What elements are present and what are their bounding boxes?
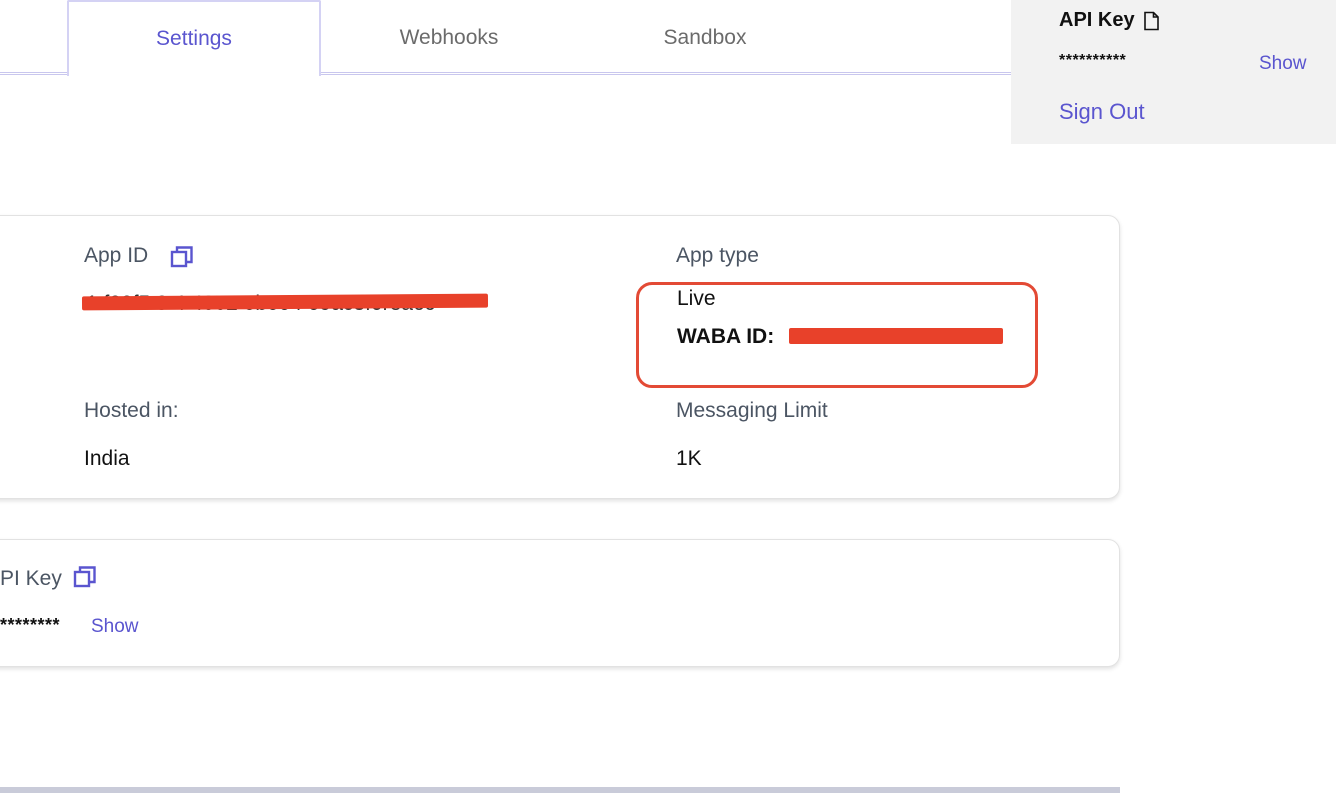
sign-out-link[interactable]: Sign Out [1059, 99, 1145, 125]
app-type-label: App type [676, 244, 759, 267]
dropdown-show-key-link[interactable]: Show [1259, 53, 1307, 75]
tab-bar: Settings Webhooks Sandbox [0, 0, 1012, 76]
waba-id-redaction [789, 328, 1003, 344]
dropdown-api-key-title: API Key [1059, 9, 1135, 31]
tab-sandbox[interactable]: Sandbox [578, 0, 832, 76]
waba-id-label: WABA ID: [677, 325, 775, 348]
app-id-label: App ID [84, 244, 149, 267]
tab-settings[interactable]: Settings [67, 0, 321, 76]
hosted-in-value: India [84, 447, 130, 470]
masked-api-key: ******** [0, 615, 61, 635]
dropdown-api-key-heading: API Key [1059, 9, 1160, 32]
account-dropdown: API Key ********** Show Sign Out [1011, 0, 1336, 144]
hosted-in-label: Hosted in: [84, 399, 179, 422]
app-id-redaction [81, 293, 489, 311]
api-key-card [0, 539, 1120, 667]
messaging-limit-value: 1K [676, 447, 702, 470]
show-api-key-link[interactable]: Show [91, 616, 139, 638]
horizontal-scrollbar[interactable] [0, 787, 1120, 793]
document-copy-icon[interactable] [1143, 11, 1160, 31]
copy-app-id-icon[interactable] [170, 245, 193, 268]
api-key-label: PI Key [0, 567, 62, 590]
tab-webhooks[interactable]: Webhooks [322, 0, 576, 76]
dropdown-masked-api-key: ********** [1059, 52, 1127, 69]
copy-api-key-icon[interactable] [73, 565, 96, 588]
messaging-limit-label: Messaging Limit [676, 399, 828, 422]
